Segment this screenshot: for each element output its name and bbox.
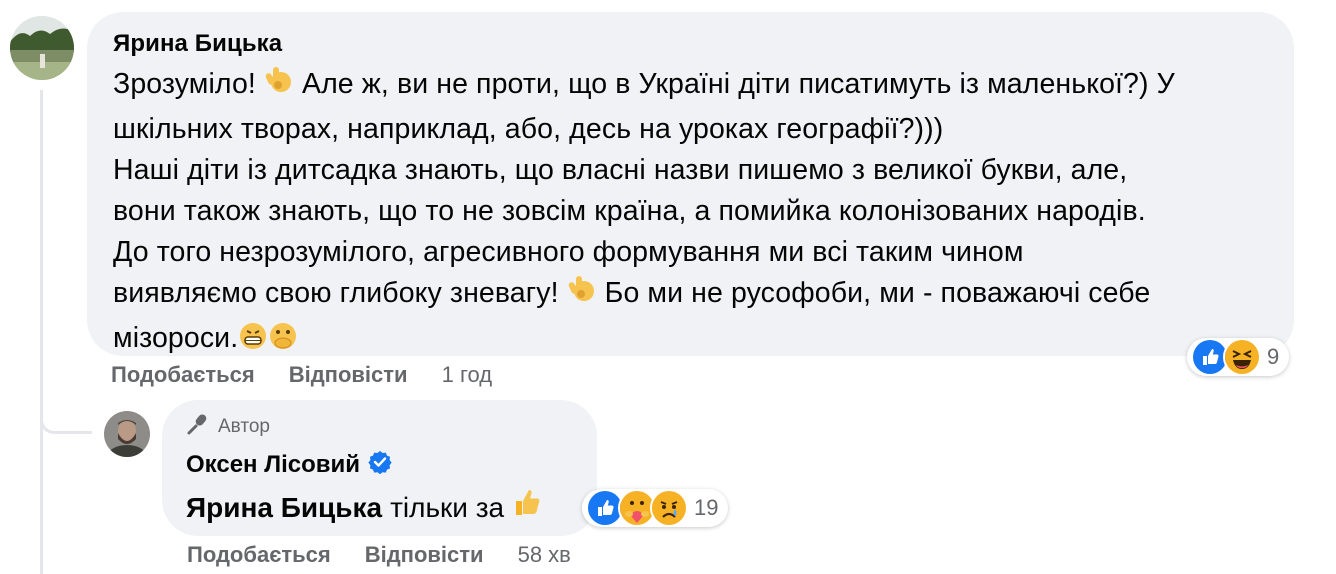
avatar-yaryna[interactable]: [10, 16, 74, 80]
comment-text-line: шкільних творах, наприклад, або, десь на…: [113, 113, 944, 145]
comment-text-segment: Зрозуміло!: [113, 68, 264, 100]
reply-timestamp[interactable]: 58 хв: [518, 542, 571, 568]
thread-branch-line: [40, 404, 92, 434]
comment-timestamp[interactable]: 1 год: [442, 362, 492, 388]
comment-text-line: До того незрозумілого, агресивного форму…: [113, 236, 1024, 268]
microphone-icon: [186, 412, 210, 442]
author-badge-label: Автор: [218, 416, 270, 437]
mention-link[interactable]: Ярина Бицька: [186, 489, 382, 527]
thread-line: [40, 90, 43, 574]
reply-actions: Подобається Відповісти 58 хв: [187, 542, 571, 568]
like-button[interactable]: Подобається: [187, 542, 331, 568]
like-button[interactable]: Подобається: [111, 362, 255, 388]
verified-badge-icon: [368, 450, 392, 479]
reply-reactions[interactable]: 19: [582, 489, 729, 527]
comment-bubble: Ярина Бицька Зрозуміло! Але ж, ви не про…: [87, 12, 1294, 356]
ok-hand-emoji: [567, 274, 597, 318]
sad-icon: [650, 489, 688, 527]
reply-button[interactable]: Відповісти: [365, 542, 484, 568]
comment-text-line: Наші діти із дитсадка знають, що власні …: [113, 154, 1128, 186]
reply-author-name[interactable]: Оксен Лісовий: [186, 451, 360, 479]
thumbs-up-emoji: [512, 487, 542, 529]
avatar-oksen[interactable]: [104, 411, 150, 457]
author-badge: Автор: [186, 414, 573, 440]
reaction-count: 9: [1267, 344, 1280, 369]
reply-text: Ярина Бицька тільки за: [186, 487, 573, 529]
ok-hand-emoji: [264, 65, 294, 109]
reply-button[interactable]: Відповісти: [289, 362, 408, 388]
reply-text-content: тільки за: [390, 492, 505, 523]
comment-text-segment: Бо ми не русофоби, ми - поважаючі себе: [596, 277, 1151, 309]
reply-bubble: Автор Оксен Лісовий Ярина Бицька тільки …: [162, 400, 597, 536]
hand-over-mouth-emoji: [268, 321, 298, 363]
comment-text-segment: Але ж, ви не проти, що в Україні діти пи…: [293, 68, 1175, 100]
comment-actions: Подобається Відповісти 1 год: [111, 362, 492, 388]
comment-author-name[interactable]: Ярина Бицька: [113, 30, 1268, 58]
haha-icon: [1223, 338, 1261, 376]
grin-emoji: [238, 321, 268, 363]
reaction-count: 19: [694, 495, 719, 520]
comment-reactions[interactable]: 9: [1187, 338, 1290, 376]
comment-text: Зрозуміло! Але ж, ви не проти, що в Укра…: [113, 64, 1268, 363]
comment-text-segment: виявляємо свою глибоку зневагу!: [113, 277, 567, 309]
comment-text-segment: мізороси.: [113, 322, 239, 354]
comment-text-line: вони також знають, що то не зовсім країн…: [113, 195, 1146, 227]
